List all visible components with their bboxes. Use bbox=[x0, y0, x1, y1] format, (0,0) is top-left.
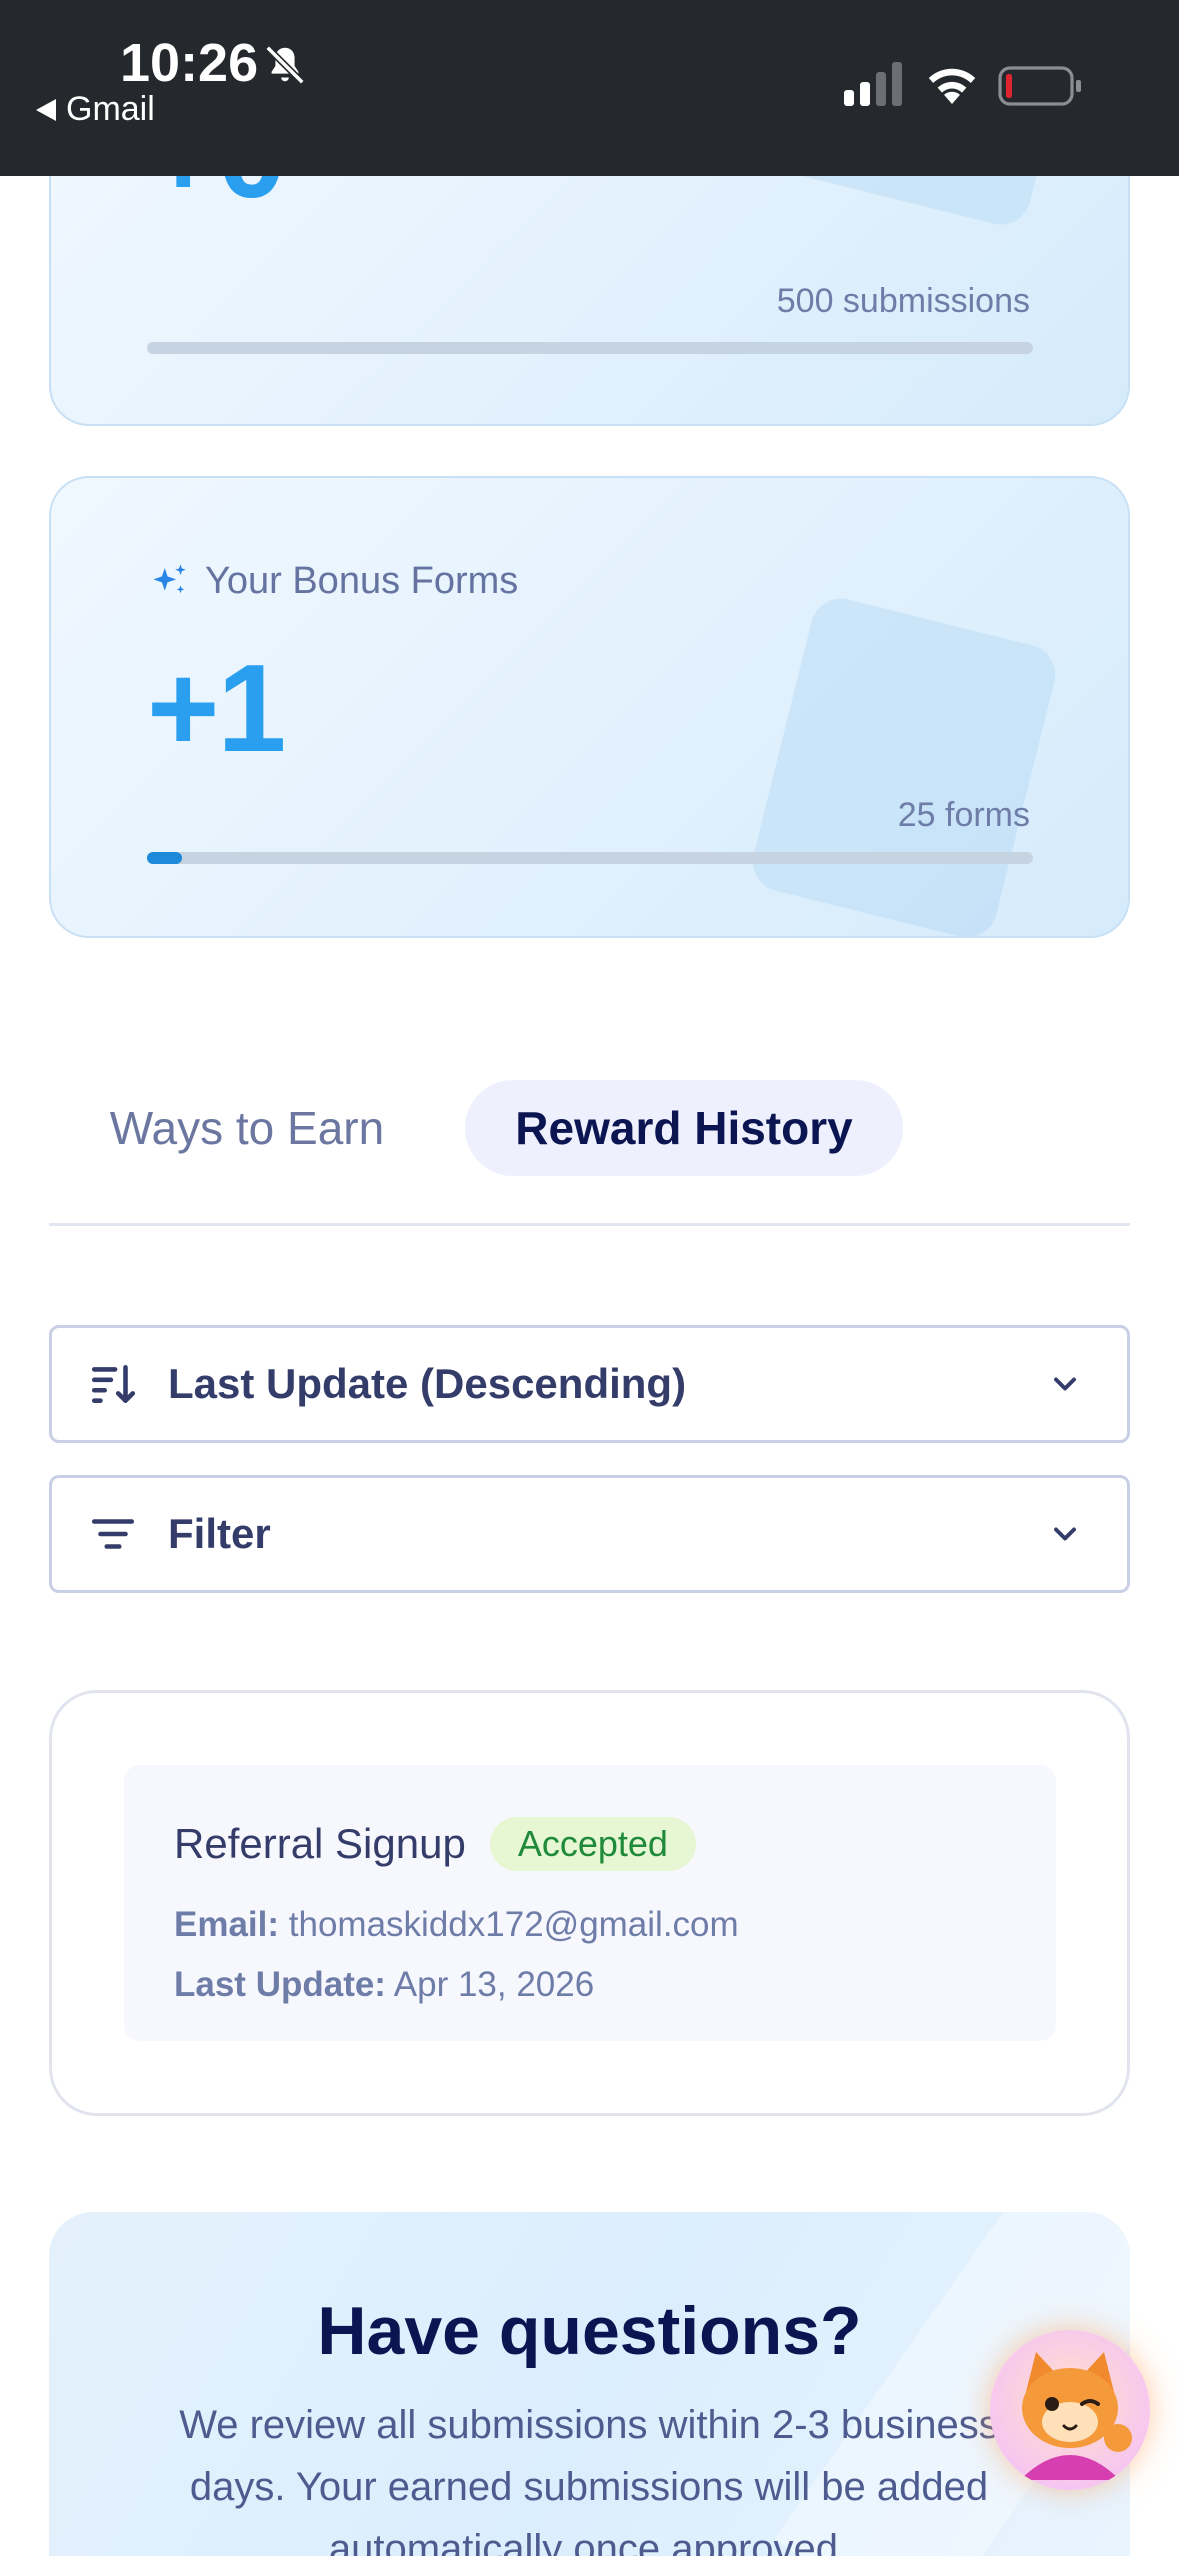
wifi-icon bbox=[928, 68, 976, 104]
bonus-forms-header: Your Bonus Forms bbox=[149, 560, 518, 603]
sort-dropdown-label: Last Update (Descending) bbox=[168, 1360, 687, 1407]
history-item-title: Referral Signup bbox=[174, 1820, 466, 1867]
signal-icon bbox=[844, 62, 902, 106]
chevron-down-icon bbox=[1054, 1527, 1076, 1541]
reward-history-list: Referral Signup Accepted Email: thomaski… bbox=[49, 1690, 1130, 2116]
filter-dropdown-label: Filter bbox=[168, 1510, 271, 1557]
submissions-cap-label: 500 submissions bbox=[776, 282, 1030, 320]
status-time: 10:26 bbox=[120, 33, 259, 93]
back-to-gmail-button[interactable]: Gmail bbox=[36, 90, 155, 129]
tab-reward-history[interactable]: Reward History bbox=[465, 1080, 903, 1176]
bonus-forms-cap-label: 25 forms bbox=[897, 796, 1030, 834]
submissions-progress-bar bbox=[147, 342, 1033, 354]
questions-body: We review all submissions within 2-3 bus… bbox=[179, 2403, 999, 2556]
back-arrow-icon bbox=[36, 98, 56, 121]
chevron-down-icon bbox=[1054, 1377, 1076, 1391]
filter-icon bbox=[91, 1519, 135, 1549]
history-item-email: Email: thomaskiddx172@gmail.com bbox=[174, 1905, 739, 1945]
history-item-header: Referral Signup Accepted bbox=[174, 1817, 696, 1871]
email-label: Email: bbox=[174, 1905, 280, 1944]
back-app-label: Gmail bbox=[66, 90, 155, 128]
questions-title: Have questions? bbox=[317, 2293, 862, 2369]
history-item-date: Last Update: Apr 13, 2026 bbox=[174, 1965, 594, 2005]
last-update-label: Last Update: bbox=[174, 1965, 386, 2004]
questions-card: Have questions? We review all submission… bbox=[49, 2212, 1130, 2556]
mascot-assistant-button[interactable] bbox=[990, 2330, 1150, 2490]
bonus-forms-progress-bar bbox=[147, 852, 1033, 864]
sort-dropdown[interactable]: Last Update (Descending) bbox=[49, 1325, 1130, 1443]
bonus-forms-title: Your Bonus Forms bbox=[205, 560, 519, 602]
list-item: Referral Signup Accepted Email: thomaski… bbox=[124, 1765, 1056, 2041]
email-value: thomaskiddx172@gmail.com bbox=[288, 1905, 739, 1944]
status-badge: Accepted bbox=[489, 1817, 696, 1871]
bonus-forms-progress-fill bbox=[147, 852, 183, 864]
sort-descending-icon bbox=[91, 1365, 136, 1403]
sparkle-icon bbox=[153, 564, 186, 593]
filter-dropdown[interactable]: Filter bbox=[49, 1475, 1130, 1593]
tab-bar: Ways to Earn Reward History bbox=[49, 1080, 1130, 1226]
status-bar: 10:26 Gmail bbox=[0, 0, 1179, 176]
last-update-value: Apr 13, 2026 bbox=[393, 1965, 595, 2004]
battery-low-icon bbox=[998, 66, 1081, 106]
bell-slash-icon bbox=[265, 45, 305, 85]
cat-mascot-icon bbox=[1020, 2352, 1132, 2480]
tab-ways-to-earn[interactable]: Ways to Earn bbox=[97, 1080, 397, 1176]
bonus-forms-value: +1 bbox=[147, 640, 286, 778]
bonus-forms-card: Your Bonus Forms +1 25 forms bbox=[49, 476, 1130, 938]
document-decoration bbox=[746, 592, 1062, 936]
